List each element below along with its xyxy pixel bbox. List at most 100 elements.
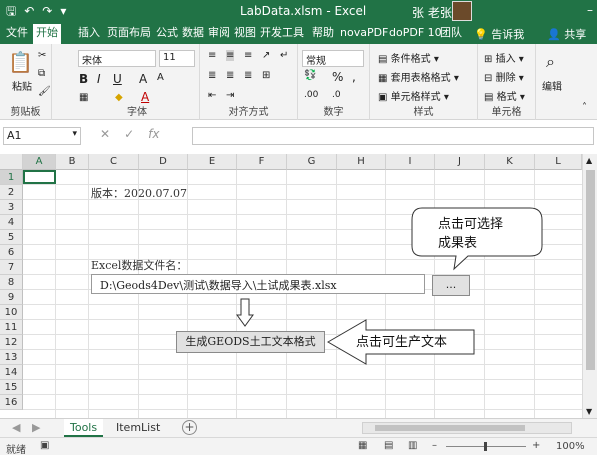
align-top-icon[interactable]: ≡ bbox=[208, 50, 216, 61]
column-header-f[interactable]: F bbox=[237, 154, 287, 170]
name-box[interactable]: A1 ▾ bbox=[3, 127, 81, 145]
vertical-scroll-thumb[interactable] bbox=[586, 170, 595, 370]
font-color-icon[interactable]: A bbox=[141, 90, 149, 104]
tab-home[interactable]: 开始 bbox=[33, 24, 61, 44]
select-all-corner[interactable] bbox=[0, 154, 23, 170]
normal-view-icon[interactable]: ▦ bbox=[358, 440, 367, 451]
copy-icon[interactable]: ⧉ bbox=[38, 68, 45, 79]
align-left-icon[interactable]: ≣ bbox=[208, 70, 216, 81]
row-header-11[interactable]: 11 bbox=[0, 320, 23, 335]
zoom-slider[interactable] bbox=[446, 442, 526, 451]
row-header-9[interactable]: 9 bbox=[0, 290, 23, 305]
tab-data[interactable]: 数据 bbox=[182, 26, 204, 40]
delete-cells-button[interactable]: ⊟ 删除 ▾ bbox=[484, 69, 524, 84]
align-center-icon[interactable]: ≣ bbox=[226, 70, 234, 81]
currency-icon[interactable]: 💱 bbox=[304, 70, 316, 81]
row-header-10[interactable]: 10 bbox=[0, 305, 23, 320]
column-header-e[interactable]: E bbox=[188, 154, 237, 170]
horizontal-scrollbar[interactable] bbox=[362, 422, 572, 434]
align-bottom-icon[interactable]: ≡ bbox=[244, 50, 252, 61]
editing-group[interactable]: ⌕ 编辑 bbox=[536, 44, 576, 120]
undo-icon[interactable]: ↶ bbox=[24, 3, 34, 19]
column-header-k[interactable]: K bbox=[485, 154, 535, 170]
underline-icon[interactable]: U bbox=[113, 72, 122, 86]
bold-icon[interactable]: B bbox=[79, 72, 88, 86]
row-header-15[interactable]: 15 bbox=[0, 380, 23, 395]
zoom-out-icon[interactable]: – bbox=[432, 440, 437, 451]
decrease-decimal-icon[interactable]: .0 bbox=[332, 90, 341, 100]
tab-developer[interactable]: 开发工具 bbox=[260, 26, 304, 40]
redo-icon[interactable]: ↷ bbox=[42, 3, 52, 19]
formula-input[interactable] bbox=[192, 127, 594, 145]
format-painter-icon[interactable]: 🖌 bbox=[38, 86, 51, 97]
paste-button[interactable]: 粘贴 bbox=[12, 78, 32, 93]
orientation-icon[interactable]: ↗ bbox=[262, 50, 270, 61]
selected-cell-a1[interactable] bbox=[23, 170, 56, 184]
tab-dopdf[interactable]: doPDF 10 bbox=[389, 26, 442, 40]
comma-icon[interactable]: , bbox=[352, 70, 356, 84]
column-header-l[interactable]: L bbox=[535, 154, 582, 170]
tab-novapdf[interactable]: novaPDF bbox=[340, 26, 388, 40]
column-header-j[interactable]: J bbox=[435, 154, 485, 170]
font-size-dropdown[interactable]: 11 bbox=[159, 50, 195, 67]
sheet-nav-next-icon[interactable]: ▶ bbox=[32, 421, 40, 434]
format-as-table-button[interactable]: ▦ 套用表格格式 ▾ bbox=[378, 69, 459, 84]
decrease-font-icon[interactable]: A bbox=[157, 72, 164, 83]
conditional-format-button[interactable]: ▤ 条件格式 ▾ bbox=[378, 50, 439, 65]
collapse-ribbon-icon[interactable]: ˄ bbox=[582, 102, 587, 113]
zoom-level[interactable]: 100% bbox=[556, 441, 585, 452]
tab-page-layout[interactable]: 页面布局 bbox=[107, 26, 151, 40]
row-header-13[interactable]: 13 bbox=[0, 350, 23, 365]
increase-decimal-icon[interactable]: .00 bbox=[304, 90, 318, 100]
borders-icon[interactable]: ▦ bbox=[79, 92, 88, 103]
column-header-h[interactable]: H bbox=[337, 154, 386, 170]
chevron-down-icon[interactable]: ▾ bbox=[72, 129, 77, 139]
avatar[interactable] bbox=[452, 1, 472, 21]
insert-cells-button[interactable]: ⊞ 插入 ▾ bbox=[484, 50, 524, 65]
row-header-2[interactable]: 2 bbox=[0, 185, 23, 200]
zoom-slider-handle[interactable] bbox=[484, 442, 487, 451]
customize-icon[interactable]: ▾ bbox=[60, 3, 66, 19]
row-header-4[interactable]: 4 bbox=[0, 215, 23, 230]
fill-color-icon[interactable]: ◆ bbox=[115, 92, 123, 103]
row-header-14[interactable]: 14 bbox=[0, 365, 23, 380]
save-icon[interactable]: 🖫 bbox=[6, 3, 16, 19]
italic-icon[interactable]: I bbox=[97, 72, 101, 86]
sheet-tab-tools[interactable]: Tools bbox=[64, 419, 104, 437]
column-header-d[interactable]: D bbox=[139, 154, 188, 170]
column-header-g[interactable]: G bbox=[287, 154, 337, 170]
paste-icon[interactable]: 📋 bbox=[8, 50, 33, 74]
enter-icon[interactable]: ✓ bbox=[124, 127, 134, 145]
wrap-text-icon[interactable]: ↵ bbox=[280, 50, 288, 61]
scroll-up-icon[interactable]: ▲ bbox=[586, 156, 592, 165]
align-right-icon[interactable]: ≣ bbox=[244, 70, 252, 81]
page-break-icon[interactable]: ▥ bbox=[408, 440, 417, 451]
cancel-icon[interactable]: ✕ bbox=[100, 127, 110, 145]
tab-team[interactable]: 团队 bbox=[440, 26, 462, 40]
column-header-a[interactable]: A bbox=[23, 154, 56, 170]
insert-function-icon[interactable]: fx bbox=[148, 127, 159, 145]
row-header-6[interactable]: 6 bbox=[0, 245, 23, 260]
user-name[interactable]: 张 老张 bbox=[412, 4, 452, 21]
number-format-dropdown[interactable]: 常规 bbox=[302, 50, 364, 67]
increase-font-icon[interactable]: A bbox=[139, 72, 147, 86]
format-cells-button[interactable]: ▤ 格式 ▾ bbox=[484, 88, 525, 103]
cut-icon[interactable]: ✂ bbox=[38, 50, 46, 61]
tab-review[interactable]: 审阅 bbox=[208, 26, 230, 40]
font-name-dropdown[interactable]: 宋体 bbox=[78, 50, 156, 67]
column-header-i[interactable]: I bbox=[386, 154, 435, 170]
macro-record-icon[interactable]: ▣ bbox=[40, 440, 49, 451]
vertical-scrollbar[interactable]: ▲ ▼ bbox=[582, 154, 597, 418]
tab-file[interactable]: 文件 bbox=[6, 26, 28, 40]
zoom-in-icon[interactable]: + bbox=[532, 440, 540, 451]
row-header-5[interactable]: 5 bbox=[0, 230, 23, 245]
row-header-8[interactable]: 8 bbox=[0, 275, 23, 290]
page-layout-icon[interactable]: ▤ bbox=[384, 440, 393, 451]
increase-indent-icon[interactable]: ⇥ bbox=[226, 90, 234, 101]
browse-button[interactable]: ... bbox=[432, 275, 470, 296]
row-header-1[interactable]: 1 bbox=[0, 170, 23, 185]
scroll-down-icon[interactable]: ▼ bbox=[586, 407, 592, 416]
tab-view[interactable]: 视图 bbox=[234, 26, 256, 40]
merge-center-icon[interactable]: ⊞ bbox=[262, 70, 270, 81]
cell-styles-button[interactable]: ▣ 单元格样式 ▾ bbox=[378, 88, 449, 103]
